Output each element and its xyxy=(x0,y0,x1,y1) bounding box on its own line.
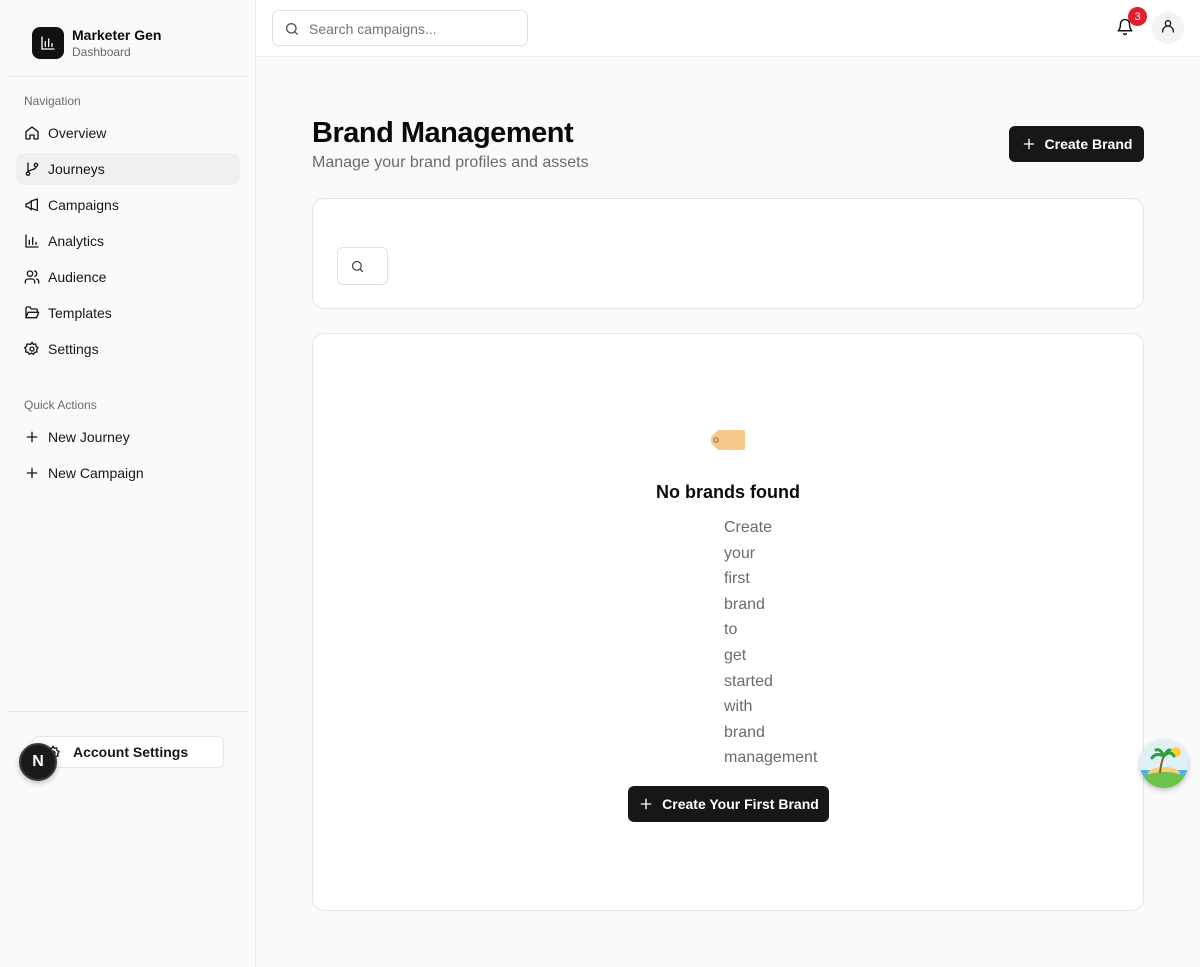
plus-icon xyxy=(1021,136,1037,152)
quick-action-label: New Campaign xyxy=(48,465,144,481)
plus-icon xyxy=(638,796,654,812)
bar-chart-logo-icon xyxy=(32,27,64,59)
notification-badge: 3 xyxy=(1128,7,1147,26)
sidebar-item-templates[interactable]: Templates xyxy=(16,297,240,329)
account-settings-button[interactable]: Account Settings xyxy=(32,736,224,768)
search-input[interactable] xyxy=(309,19,519,39)
sidebar-item-label: Overview xyxy=(48,125,107,141)
plus-icon xyxy=(24,465,40,481)
top-bar: 3 xyxy=(256,0,1200,57)
global-search[interactable] xyxy=(272,10,528,46)
sidebar-item-label: Audience xyxy=(48,269,107,285)
sidebar-item-journeys[interactable]: Journeys xyxy=(16,153,240,185)
gear-icon xyxy=(24,341,40,357)
search-icon xyxy=(350,259,366,275)
brand[interactable]: Marketer Gen Dashboard xyxy=(32,26,161,60)
app-name: Marketer Gen xyxy=(72,27,162,43)
search-icon xyxy=(284,21,300,37)
sidebar-item-campaigns[interactable]: Campaigns xyxy=(16,189,240,221)
empty-state-card: No brands found Create your first brand … xyxy=(312,333,1144,911)
folder-open-icon xyxy=(24,305,40,321)
users-icon xyxy=(24,269,40,285)
user-icon xyxy=(1160,18,1176,39)
bar-chart-icon xyxy=(24,233,40,249)
new-journey-button[interactable]: New Journey xyxy=(16,421,240,453)
create-brand-button[interactable]: Create Brand xyxy=(1009,126,1144,162)
main-content: Brand Management Manage your brand profi… xyxy=(256,57,1200,967)
sidebar-item-audience[interactable]: Audience xyxy=(16,261,240,293)
island-widget-icon[interactable] xyxy=(1140,740,1188,788)
sidebar-divider xyxy=(8,711,248,712)
filter-card xyxy=(312,198,1144,309)
tag-icon xyxy=(711,430,745,450)
nav-group-label: Navigation xyxy=(24,94,81,108)
create-first-brand-button[interactable]: Create Your First Brand xyxy=(628,786,829,822)
create-first-brand-label: Create Your First Brand xyxy=(662,796,819,812)
sidebar-item-overview[interactable]: Overview xyxy=(16,117,240,149)
megaphone-icon xyxy=(24,197,40,213)
empty-state-title: No brands found xyxy=(656,482,800,502)
sidebar: Marketer Gen Dashboard Navigation Overvi… xyxy=(0,0,256,967)
create-brand-label: Create Brand xyxy=(1044,136,1133,152)
sidebar-divider xyxy=(8,76,248,77)
sidebar-item-analytics[interactable]: Analytics xyxy=(16,225,240,257)
sidebar-item-settings[interactable]: Settings xyxy=(16,333,240,365)
account-settings-label: Account Settings xyxy=(73,744,189,760)
plus-icon xyxy=(24,429,40,445)
sidebar-item-label: Campaigns xyxy=(48,197,119,213)
quick-actions-label: Quick Actions xyxy=(24,398,97,412)
page-subtitle: Manage your brand profiles and assets xyxy=(312,154,589,171)
sidebar-item-label: Templates xyxy=(48,305,112,321)
sidebar-item-label: Journeys xyxy=(48,161,105,177)
new-campaign-button[interactable]: New Campaign xyxy=(16,457,240,489)
home-icon xyxy=(24,125,40,141)
sidebar-item-label: Analytics xyxy=(48,233,105,249)
app-subtitle: Dashboard xyxy=(72,45,131,59)
git-branch-icon xyxy=(24,161,40,177)
brand-search-input[interactable] xyxy=(337,247,388,285)
user-menu-button[interactable] xyxy=(1152,12,1184,44)
empty-state-description: Create your first brand to get started w… xyxy=(724,519,818,767)
page-title: Brand Management xyxy=(312,117,574,149)
quick-action-label: New Journey xyxy=(48,429,130,445)
dev-tools-avatar[interactable]: N xyxy=(19,743,57,781)
sidebar-item-label: Settings xyxy=(48,341,99,357)
